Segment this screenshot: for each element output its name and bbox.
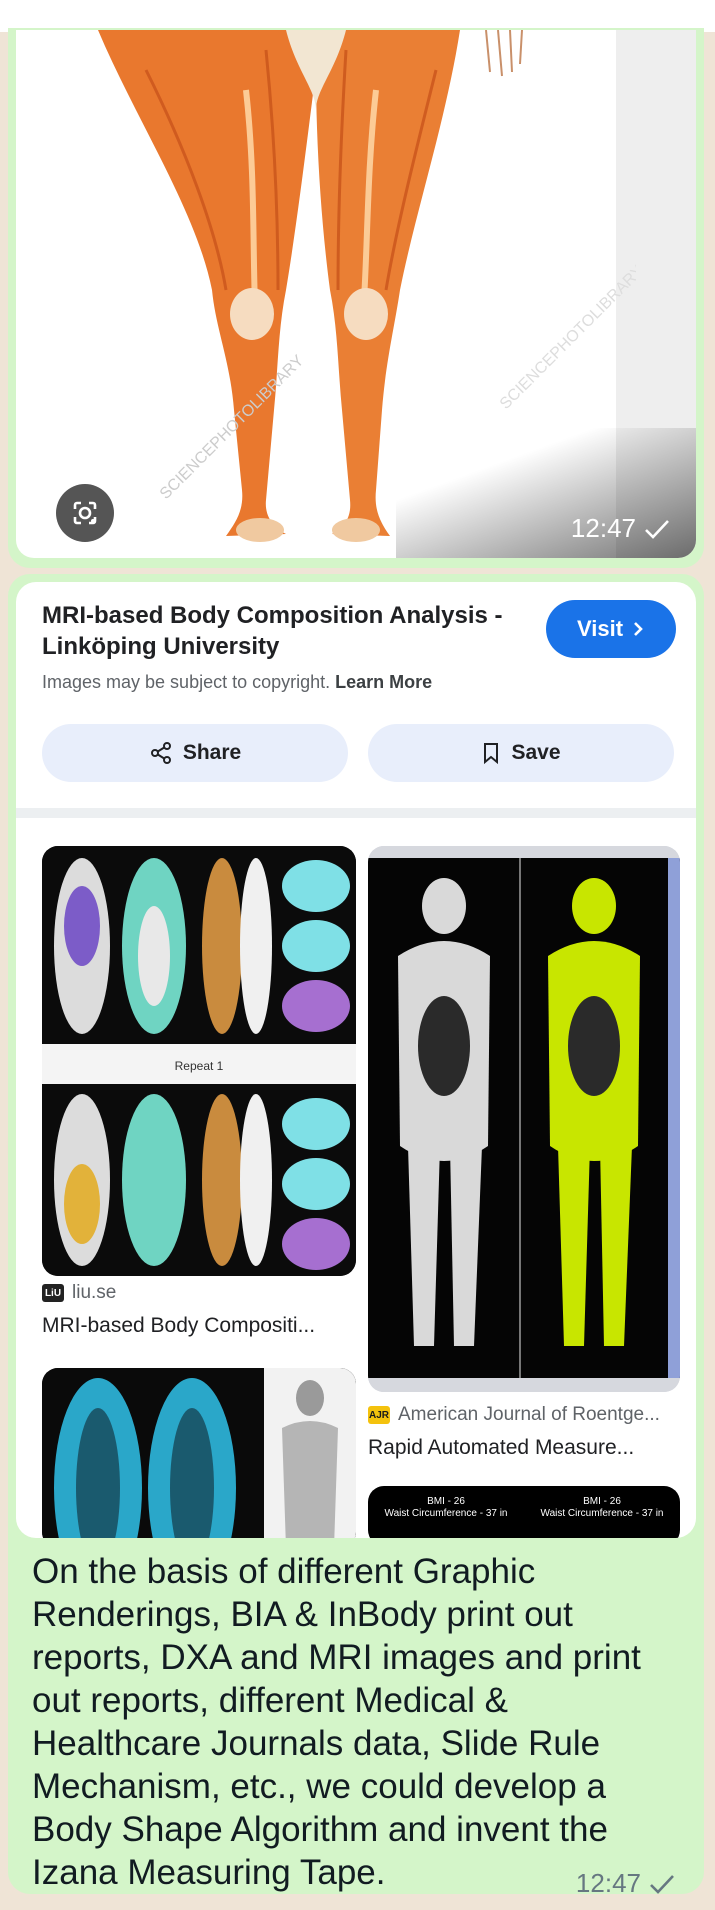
result-source[interactable]: AJR American Journal of Roentge... bbox=[368, 1404, 660, 1426]
visit-label: Visit bbox=[576, 616, 624, 641]
share-icon bbox=[150, 742, 171, 764]
result-source[interactable]: LiU liu.se bbox=[42, 1282, 116, 1304]
result-caption[interactable]: MRI-based Body Compositi... bbox=[42, 1314, 315, 1338]
time-label: 12:47 bbox=[570, 513, 636, 543]
mri-fat-image bbox=[42, 1368, 356, 1538]
result-thumbnail[interactable]: Repeat 1 bbox=[42, 846, 356, 1276]
section-divider bbox=[16, 808, 696, 818]
image-message-time: 12:47 bbox=[571, 513, 670, 544]
check-icon bbox=[650, 1874, 674, 1894]
message-text: On the basis of different Graphic Render… bbox=[32, 1552, 641, 1892]
watermark: SCIENCEPHOTOLIBRARY bbox=[497, 262, 636, 413]
learn-more-link[interactable]: Learn More bbox=[335, 672, 432, 692]
bmi-label-right: BMI - 26 Waist Circumference - 37 in bbox=[540, 1496, 664, 1519]
save-label: Save bbox=[511, 741, 561, 764]
visit-button[interactable]: Visit bbox=[546, 600, 676, 658]
bmi-labels: BMI - 26 Waist Circumference - 37 in BMI… bbox=[368, 1496, 680, 1520]
result-thumbnail[interactable]: BMI - 26 Waist Circumference - 37 in BMI… bbox=[368, 1486, 680, 1538]
check-icon bbox=[645, 519, 669, 539]
save-button[interactable]: Save bbox=[368, 724, 674, 782]
bmi-label-left: BMI - 26 Waist Circumference - 37 in bbox=[384, 1496, 508, 1519]
liu-favicon-icon: LiU bbox=[42, 1284, 64, 1302]
share-button[interactable]: Share bbox=[42, 724, 348, 782]
google-lens-button[interactable] bbox=[56, 484, 114, 542]
source-domain: American Journal of Roentge... bbox=[398, 1404, 660, 1425]
lens-result-card[interactable]: MRI-based Body Composition Analysis - Li… bbox=[16, 582, 696, 1538]
copyright-text: Images may be subject to copyright. bbox=[42, 672, 331, 692]
result-thumbnail[interactable] bbox=[368, 846, 680, 1392]
mri-segmentation-image: Repeat 1 bbox=[42, 846, 356, 1276]
result-title[interactable]: MRI-based Body Composition Analysis - Li… bbox=[42, 600, 522, 662]
whole-body-mri-image bbox=[368, 846, 680, 1392]
source-domain: liu.se bbox=[72, 1282, 117, 1303]
time-label: 12:47 bbox=[575, 1868, 641, 1898]
result-caption[interactable]: Rapid Automated Measure... bbox=[368, 1436, 634, 1460]
share-label: Share bbox=[182, 741, 242, 764]
google-lens-icon bbox=[73, 501, 97, 525]
anatomy-image[interactable]: SCIENCEPHOTOLIBRARY SCIENCEPHOTOLIBRARY … bbox=[16, 30, 696, 558]
text-message-time: 12:47 bbox=[576, 1868, 675, 1899]
ajr-favicon-icon: AJR bbox=[368, 1406, 390, 1424]
chevron-right-icon bbox=[634, 622, 643, 636]
repeat-label: Repeat 1 bbox=[175, 1059, 224, 1073]
result-thumbnail[interactable] bbox=[42, 1368, 356, 1538]
copyright-notice: Images may be subject to copyright. Lear… bbox=[42, 672, 432, 693]
bookmark-icon bbox=[484, 743, 499, 765]
